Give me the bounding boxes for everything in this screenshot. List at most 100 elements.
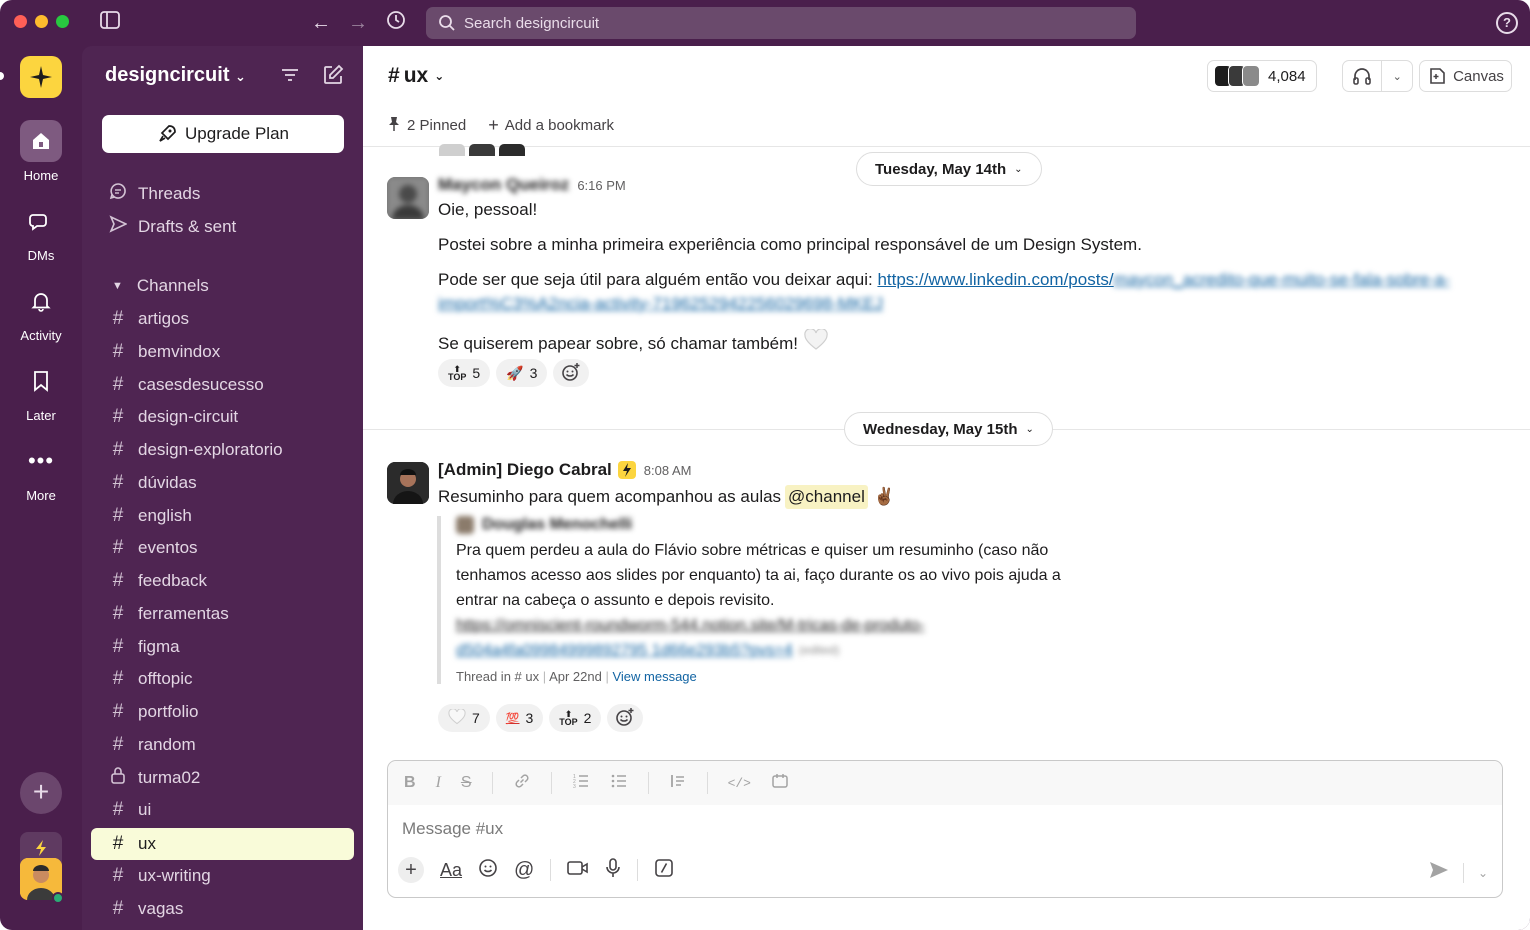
channels-section-header[interactable]: ▼ Channels xyxy=(91,270,354,302)
message-input[interactable]: Message #ux xyxy=(402,819,503,839)
maximize-window-button[interactable] xyxy=(56,15,69,28)
sidebar-item-ux[interactable]: # ux xyxy=(91,828,354,860)
bookmarks-bar: 2 Pinned + Add a bookmark xyxy=(387,115,614,136)
link-icon[interactable] xyxy=(513,772,531,795)
shared-link-blurred[interactable]: d504a4fa09984999892795 1d66e293b5?pvs=4 xyxy=(456,638,793,663)
italic-icon[interactable]: I xyxy=(436,774,441,792)
message-avatar[interactable] xyxy=(387,177,429,219)
sidebar-item-eventos[interactable]: # eventos xyxy=(91,532,354,564)
sidebar-toggle-icon[interactable] xyxy=(97,10,123,36)
message-timestamp[interactable]: 6:16 PM xyxy=(577,178,625,193)
thread-channel[interactable]: ux xyxy=(525,669,539,684)
sidebar-item-design-circuit[interactable]: # design-circuit xyxy=(91,401,354,433)
minimize-window-button[interactable] xyxy=(35,15,48,28)
code-block-icon[interactable] xyxy=(771,772,789,795)
formatting-toggle-icon[interactable]: Aa xyxy=(440,860,462,881)
bullet-list-icon[interactable] xyxy=(610,772,628,795)
strikethrough-icon[interactable]: S xyxy=(461,774,472,792)
reaction-rocket[interactable]: 🚀 3 xyxy=(496,359,548,387)
view-message-link[interactable]: View message xyxy=(612,669,696,684)
bold-icon[interactable]: B xyxy=(404,774,416,792)
sidebar-item-vagas[interactable]: # vagas xyxy=(91,893,354,925)
send-icon[interactable] xyxy=(1429,861,1449,884)
attach-plus-button[interactable]: + xyxy=(398,857,424,883)
microphone-icon[interactable] xyxy=(605,857,621,883)
sidebar-item-bemvindox[interactable]: # bemvindox xyxy=(91,336,354,368)
close-window-button[interactable] xyxy=(14,15,27,28)
workspace-name[interactable]: designcircuit ⌄ xyxy=(105,64,246,87)
members-button[interactable]: 4,084 xyxy=(1207,60,1317,92)
shared-link-blurred[interactable]: https://omniscient-roundworm-544.notion.… xyxy=(456,613,1137,638)
sidebar-item-random[interactable]: # random xyxy=(91,729,354,761)
history-icon[interactable] xyxy=(383,10,409,37)
filter-icon[interactable] xyxy=(279,64,303,88)
numbered-list-icon[interactable]: 123 xyxy=(572,772,590,795)
date-divider[interactable]: Tuesday, May 14th ⌄ xyxy=(856,152,1042,186)
hash-icon: # xyxy=(112,373,124,395)
message-author[interactable]: [Admin] Diego Cabral xyxy=(438,460,612,480)
message-text: Pode ser que seja útil para alguém então… xyxy=(438,270,878,289)
help-icon[interactable]: ? xyxy=(1496,12,1518,34)
message-link[interactable]: https://www.linkedin.com/posts/ xyxy=(877,270,1113,289)
rail-activity[interactable]: Activity xyxy=(0,280,82,343)
reaction-100[interactable]: 💯 3 xyxy=(495,704,544,732)
huddle-button[interactable]: ⌄ xyxy=(1342,60,1413,92)
sidebar-item-offtopic[interactable]: # offtopic xyxy=(91,663,354,695)
sidebar-item-threads[interactable]: Threads xyxy=(91,178,354,210)
sidebar-item-artigos[interactable]: # artigos xyxy=(91,303,354,335)
blockquote-icon[interactable] xyxy=(669,772,687,795)
code-icon[interactable]: </> xyxy=(728,776,751,791)
message-author[interactable]: Maycon Queiroz xyxy=(438,175,569,195)
sidebar-item-casesdesucesso[interactable]: # casesdesucesso xyxy=(91,369,354,401)
reaction-top[interactable]: ⬆ TOP 2 xyxy=(549,704,602,732)
canvas-button[interactable]: Canvas xyxy=(1419,60,1512,92)
sidebar-item-dúvidas[interactable]: # dúvidas xyxy=(91,467,354,499)
add-bookmark-button[interactable]: + Add a bookmark xyxy=(488,115,614,136)
slash-command-icon[interactable] xyxy=(654,858,674,883)
chevron-down-icon[interactable]: ⌄ xyxy=(1382,70,1412,83)
chevron-down-icon[interactable]: ⌄ xyxy=(1478,866,1488,880)
reaction-top[interactable]: ⬆ TOP 5 xyxy=(438,359,491,387)
message-timestamp[interactable]: 8:08 AM xyxy=(644,463,692,478)
reaction-heart[interactable]: 7 xyxy=(438,704,490,732)
message-avatar[interactable] xyxy=(387,462,429,504)
sidebar-item-portfolio[interactable]: # portfolio xyxy=(91,696,354,728)
add-reaction-button[interactable] xyxy=(607,704,644,732)
pinned-button[interactable]: 2 Pinned xyxy=(387,115,466,136)
sidebar-item-english[interactable]: # english xyxy=(91,500,354,532)
previous-thread-replies[interactable] xyxy=(439,144,525,156)
compose-icon[interactable] xyxy=(322,64,346,88)
add-reaction-button[interactable] xyxy=(553,359,590,387)
workspace-logo[interactable] xyxy=(20,56,62,98)
message-composer[interactable]: B I S 123 </> Message #ux + Aa @ ⌄ xyxy=(387,760,1503,898)
sidebar-item-ferramentas[interactable]: # ferramentas xyxy=(91,598,354,630)
date-divider[interactable]: Wednesday, May 15th ⌄ xyxy=(844,412,1053,446)
emoji-icon[interactable] xyxy=(478,858,498,883)
mention-icon[interactable]: @ xyxy=(514,859,534,882)
upgrade-plan-button[interactable]: Upgrade Plan xyxy=(102,115,344,153)
rail-home[interactable]: Home xyxy=(0,120,82,183)
channel-mention[interactable]: @channel xyxy=(785,485,868,509)
search-bar[interactable]: Search designcircuit xyxy=(426,7,1136,39)
shared-author[interactable]: Douglas Menochelli xyxy=(482,516,632,534)
rail-more[interactable]: ••• More xyxy=(0,440,82,503)
rail-later[interactable]: Later xyxy=(0,360,82,423)
forward-arrow-icon[interactable]: → xyxy=(345,10,371,36)
add-workspace-button[interactable]: + xyxy=(20,772,62,814)
video-icon[interactable] xyxy=(567,859,589,882)
sidebar-item-ux-writing[interactable]: # ux-writing xyxy=(91,860,354,892)
sidebar-item-ui[interactable]: # ui xyxy=(91,794,354,826)
sidebar-item-feedback[interactable]: # feedback xyxy=(91,565,354,597)
sidebar-item-turma02[interactable]: turma02 xyxy=(91,762,354,794)
channel-title[interactable]: # ux ⌄ xyxy=(388,64,444,88)
message-link-blurred[interactable]: import%C3%A2ncia-activity-71962529422560… xyxy=(438,294,883,313)
channel-label: turma02 xyxy=(138,767,201,787)
sidebar-item-drafts[interactable]: Drafts & sent xyxy=(91,211,354,243)
hash-icon: # xyxy=(112,701,124,722)
sidebar-item-design-exploratorio[interactable]: # design-exploratorio xyxy=(91,434,354,466)
message-link-blurred[interactable]: maycon_acredito-que-muito-se-fala-sobre-… xyxy=(1114,270,1450,289)
sidebar-item-figma[interactable]: # figma xyxy=(91,631,354,663)
channel-label: vagas xyxy=(138,898,184,918)
rail-dms[interactable]: DMs xyxy=(0,200,82,263)
back-arrow-icon[interactable]: ← xyxy=(308,10,334,36)
